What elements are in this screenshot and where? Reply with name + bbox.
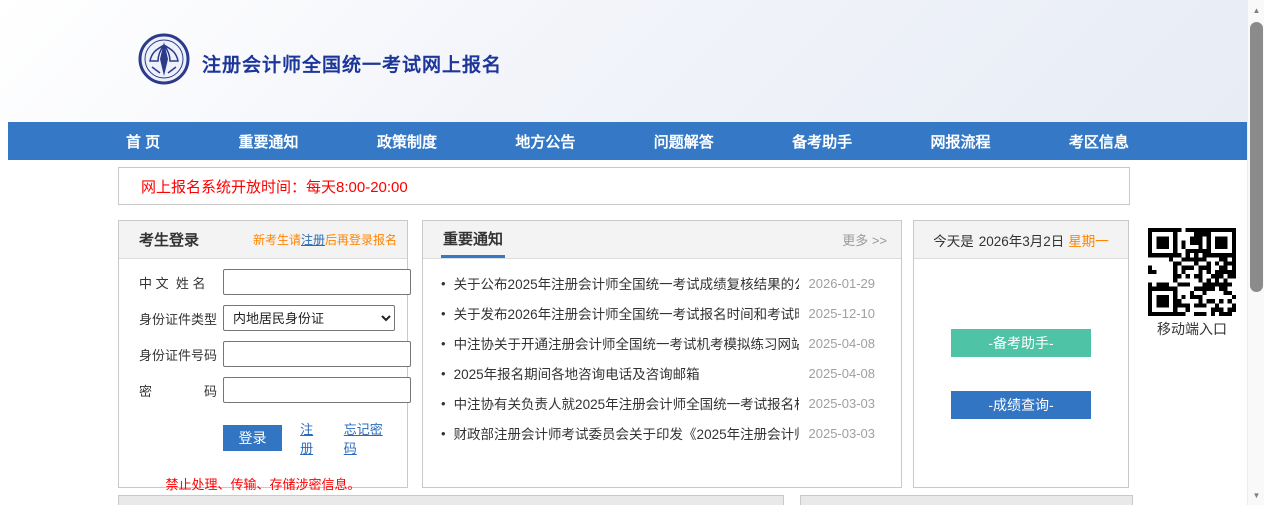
notice-item[interactable]: • 2025年报名期间各地咨询电话及咨询邮箱 2025-04-08: [423, 358, 901, 388]
notices-panel-header: 重要通知 更多 >>: [423, 221, 901, 259]
hint-suffix: 后再登录报名: [325, 233, 397, 247]
nav-item-exam-area-info[interactable]: 考区信息: [1069, 131, 1129, 152]
notice-item[interactable]: • 关于发布2026年注册会计师全国统一考试报名时间和考试时... 2025-1…: [423, 298, 901, 328]
notice-item[interactable]: • 中注协关于开通注册会计师全国统一考试机考模拟练习网站的公... 2025-0…: [423, 328, 901, 358]
notice-item[interactable]: • 关于公布2025年注册会计师全国统一考试成绩复核结果的公... 2026-0…: [423, 268, 901, 298]
notice-title: 关于公布2025年注册会计师全国统一考试成绩复核结果的公...: [454, 273, 799, 293]
notice-date: 2025-03-03: [809, 426, 876, 441]
classified-info-warning: 禁止处理、传输、存储涉密信息。: [119, 474, 407, 493]
login-actions: 登录 注册 忘记密码: [223, 419, 395, 457]
chinese-name-input[interactable]: [223, 269, 411, 295]
notice-item[interactable]: • 中注协有关负责人就2025年注册会计师全国统一考试报名相... 2025-0…: [423, 388, 901, 418]
score-query-button[interactable]: -成绩查询-: [951, 391, 1091, 419]
login-button[interactable]: 登录: [223, 425, 282, 451]
id-type-row: 身份证件类型 内地居民身份证: [139, 305, 395, 331]
notice-date: 2026-01-29: [809, 276, 876, 291]
notice-list: • 关于公布2025年注册会计师全国统一考试成绩复核结果的公... 2026-0…: [423, 259, 901, 448]
bullet-icon: •: [441, 426, 446, 441]
password-row: 密 码: [139, 377, 395, 403]
login-title: 考生登录: [139, 229, 199, 250]
exam-prep-button[interactable]: -备考助手-: [951, 329, 1091, 357]
page: 注册会计师全国统一考试网上报名 首 页 重要通知 政策制度 地方公告 问题解答 …: [0, 0, 1264, 505]
page-title: 注册会计师全国统一考试网上报名: [202, 50, 502, 77]
id-type-select[interactable]: 内地居民身份证: [223, 305, 395, 331]
register-link[interactable]: 注册: [300, 419, 326, 457]
vertical-scrollbar: ▲ ▼: [1247, 0, 1264, 505]
notice-date: 2025-12-10: [809, 306, 876, 321]
login-panel: 考生登录 新考生请注册后再登录报名 中 文 姓 名 身份证件类型 内地居民身份证…: [118, 220, 408, 488]
notice-title: 中注协有关负责人就2025年注册会计师全国统一考试报名相...: [454, 393, 799, 413]
register-inline-link[interactable]: 注册: [301, 233, 325, 247]
today-header: 今天是 2026年3月2日 星期一: [914, 221, 1128, 259]
today-prefix: 今天是: [933, 230, 974, 250]
id-number-row: 身份证件号码: [139, 341, 395, 367]
sidebar-panel: 今天是 2026年3月2日 星期一 -备考助手- -成绩查询-: [913, 220, 1129, 488]
system-hours-text: 网上报名系统开放时间：每天8:00-20:00: [141, 176, 408, 197]
nav-item-local-announcements[interactable]: 地方公告: [515, 131, 575, 152]
mobile-entry: 移动端入口: [1148, 228, 1236, 339]
bullet-icon: •: [441, 336, 446, 351]
notice-date: 2025-03-03: [809, 396, 876, 411]
bullet-icon: •: [441, 366, 446, 381]
bottom-left-panel: [118, 495, 784, 505]
id-number-input[interactable]: [223, 341, 411, 367]
qr-label: 移动端入口: [1148, 319, 1236, 339]
today-weekday: 星期一: [1068, 230, 1109, 250]
nav-item-home[interactable]: 首 页: [126, 131, 160, 152]
scroll-down-arrow-icon[interactable]: ▼: [1248, 487, 1264, 503]
bullet-icon: •: [441, 306, 446, 321]
notices-tab: 重要通知: [441, 221, 505, 258]
forgot-password-link[interactable]: 忘记密码: [344, 419, 395, 457]
qr-code: [1148, 228, 1236, 316]
notice-date: 2025-04-08: [809, 366, 876, 381]
notice-title: 中注协关于开通注册会计师全国统一考试机考模拟练习网站的公...: [454, 333, 799, 353]
name-label: 中 文 姓 名: [139, 273, 223, 292]
name-row: 中 文 姓 名: [139, 269, 395, 295]
notice-date: 2025-04-08: [809, 336, 876, 351]
scrollbar-thumb[interactable]: [1250, 22, 1263, 292]
nav-item-exam-prep[interactable]: 备考助手: [792, 131, 852, 152]
bottom-right-panel: [800, 495, 1133, 505]
hint-prefix: 新考生请: [253, 233, 301, 247]
nav-item-registration-flow[interactable]: 网报流程: [931, 131, 991, 152]
nav-item-policies[interactable]: 政策制度: [377, 131, 437, 152]
new-candidate-hint: 新考生请注册后再登录报名: [253, 231, 397, 248]
nav-item-important-notices[interactable]: 重要通知: [239, 131, 299, 152]
bottom-left-panel-header: [119, 496, 783, 505]
login-panel-header: 考生登录 新考生请注册后再登录报名: [119, 221, 407, 259]
bullet-icon: •: [441, 396, 446, 411]
id-type-label: 身份证件类型: [139, 309, 223, 328]
page-header: 注册会计师全国统一考试网上报名: [0, 0, 1247, 122]
main-nav: 首 页 重要通知 政策制度 地方公告 问题解答 备考助手 网报流程 考区信息: [8, 122, 1247, 160]
notice-title: 2025年报名期间各地咨询电话及咨询邮箱: [454, 363, 799, 383]
more-link[interactable]: 更多 >>: [842, 230, 887, 249]
today-date: 2026年3月2日: [979, 230, 1065, 250]
password-input[interactable]: [223, 377, 411, 403]
notice-item[interactable]: • 财政部注册会计师考试委员会关于印发《2025年注册会计师... 2025-0…: [423, 418, 901, 448]
scroll-up-arrow-icon[interactable]: ▲: [1248, 2, 1264, 18]
notices-panel: 重要通知 更多 >> • 关于公布2025年注册会计师全国统一考试成绩复核结果的…: [422, 220, 902, 488]
notice-title: 财政部注册会计师考试委员会关于印发《2025年注册会计师...: [454, 423, 799, 443]
nav-item-faq[interactable]: 问题解答: [654, 131, 714, 152]
cicpa-logo: [138, 33, 190, 85]
id-number-label: 身份证件号码: [139, 345, 223, 364]
notice-title: 关于发布2026年注册会计师全国统一考试报名时间和考试时...: [454, 303, 799, 323]
bullet-icon: •: [441, 276, 446, 291]
bottom-right-panel-header: [801, 496, 1132, 505]
password-label: 密 码: [139, 381, 223, 400]
system-hours-bar: 网上报名系统开放时间：每天8:00-20:00: [118, 167, 1130, 205]
